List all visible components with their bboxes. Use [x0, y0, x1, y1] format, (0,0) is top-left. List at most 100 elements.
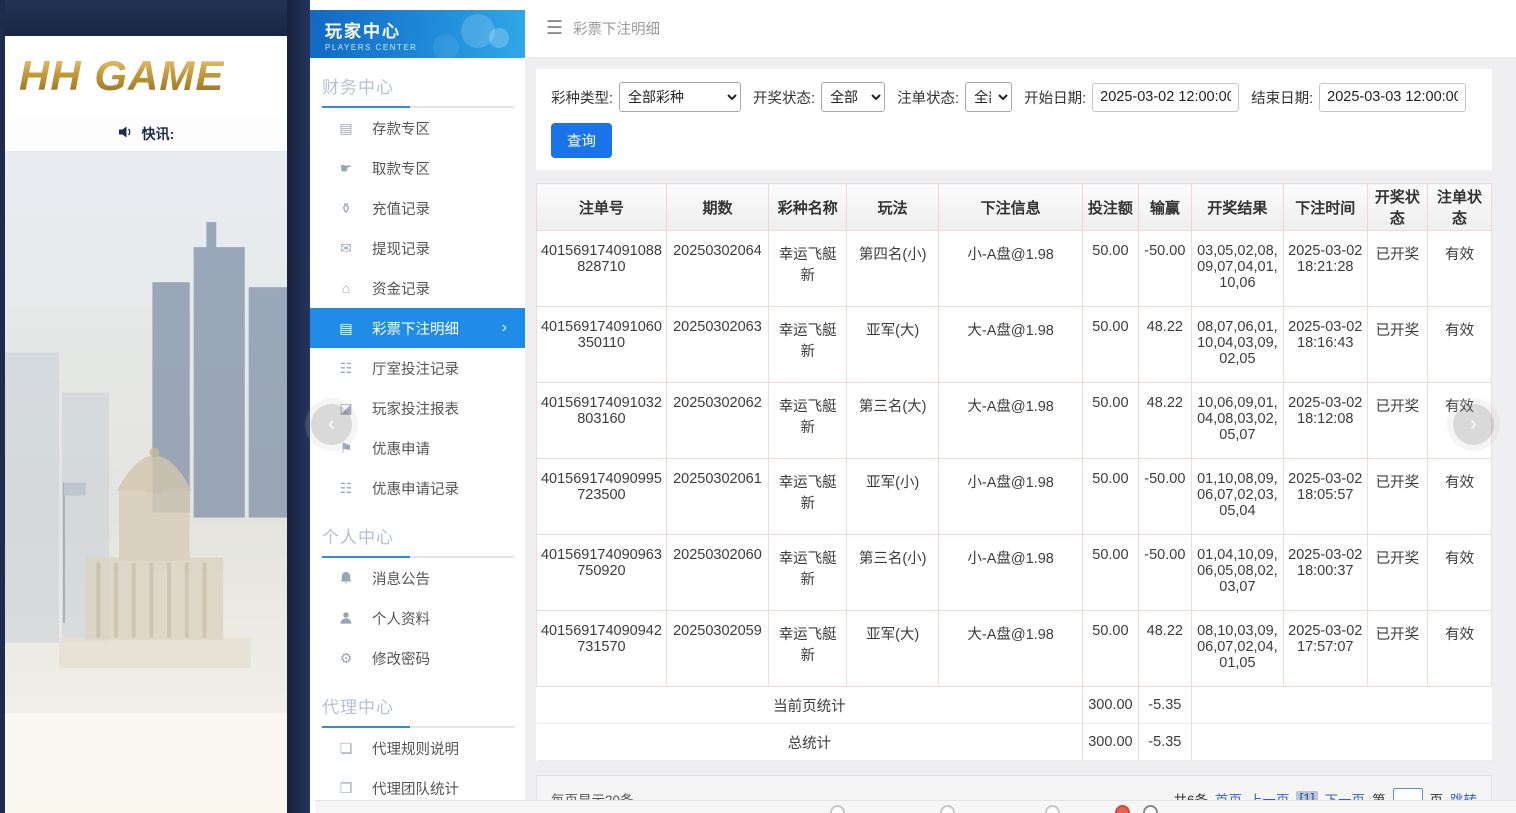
lottery-type-select[interactable]: 全部彩种 [619, 82, 741, 112]
col-header: 注单状态 [1427, 184, 1491, 231]
col-header: 期数 [666, 184, 768, 231]
lottery-type-label: 彩种类型: [551, 87, 613, 108]
cell-bet-amount: 50.00 [1083, 459, 1138, 535]
sidebar-item-label: 优惠申请 [372, 438, 430, 459]
col-header: 下注时间 [1283, 184, 1367, 231]
sidebar-item-label: 修改密码 [372, 648, 430, 669]
col-header: 注单号 [537, 184, 667, 231]
sidebar-item-lottery-bet-details[interactable]: ▤ 彩票下注明细 › [310, 308, 525, 348]
table-row: 401569174090942731570 20250302059 幸运飞艇新 … [537, 611, 1492, 687]
player-center-header: 玩家中心 PLAYERS CENTER [310, 10, 525, 58]
main-topbar: ☰ 彩票下注明细 [525, 0, 1516, 58]
cell-play: 亚军(大) [847, 611, 939, 687]
summary-row-grand-total: 总统计 300.00 -5.35 [537, 724, 1492, 761]
sidebar-item-recharge-records[interactable]: ⚱ 充值记录 [310, 188, 525, 228]
sidebar-item-deposit[interactable]: ▤ 存款专区 [310, 108, 525, 148]
cell-bet-info: 大-A盘@1.98 [939, 383, 1083, 459]
end-date-input[interactable] [1319, 83, 1466, 112]
partial-icon [1143, 805, 1158, 813]
cell-bet-info: 大-A盘@1.98 [939, 611, 1083, 687]
collapse-sidebar-button[interactable]: ‹ [311, 404, 352, 445]
logo-band: HH GAME [5, 36, 287, 116]
cell-order-no: 401569174090942731570 [537, 611, 667, 687]
sidebar-item-announcements[interactable]: 消息公告 [310, 558, 525, 598]
main-content: ☰ 彩票下注明细 彩种类型: 全部彩种 开奖状态: 全部 注单状态: 全部 开始… [525, 0, 1516, 813]
cell-result: 01,10,08,09,06,07,02,03,05,04 [1192, 459, 1284, 535]
sidebar-item-withdrawal-records[interactable]: ✉ 提现记录 [310, 228, 525, 268]
sidebar-item-label: 厅室投注记录 [372, 358, 459, 379]
order-status-select[interactable]: 全部 [965, 82, 1012, 112]
page-title: 彩票下注明细 [573, 18, 660, 39]
background-capitol-image [5, 152, 287, 813]
cell-result: 10,06,09,01,04,08,03,02,05,07 [1192, 383, 1284, 459]
query-button[interactable]: 查询 [551, 123, 612, 158]
cell-lottery: 幸运飞艇新 [769, 459, 847, 535]
col-header: 输赢 [1138, 184, 1191, 231]
cell-bet-info: 大-A盘@1.98 [939, 307, 1083, 383]
gear-icon: ⚙ [337, 650, 355, 667]
cell-winloss: -50.00 [1138, 535, 1191, 611]
sidebar-item-hall-bet-records[interactable]: ☷ 厅室投注记录 [310, 348, 525, 388]
header-decoration [433, 34, 459, 58]
cell-draw-status: 已开奖 [1367, 231, 1427, 307]
section-finance: 财务中心 [310, 58, 525, 108]
cell-result: 08,07,06,01,10,04,03,09,02,05 [1192, 307, 1284, 383]
sidebar-item-label: 资金记录 [372, 278, 430, 299]
cell-order-status: 有效 [1427, 307, 1491, 383]
summary-winloss-total: -5.35 [1138, 724, 1191, 761]
cell-order-status: 有效 [1427, 535, 1491, 611]
cell-lottery: 幸运飞艇新 [769, 307, 847, 383]
sidebar-item-label: 彩票下注明细 [372, 318, 459, 339]
brand-logo[interactable]: HH GAME [19, 52, 224, 100]
cell-period: 20250302059 [666, 611, 768, 687]
cell-bet-info: 小-A盘@1.98 [939, 459, 1083, 535]
cell-bet-amount: 50.00 [1083, 383, 1138, 459]
cell-bet-time: 2025-03-02 18:00:37 [1283, 535, 1367, 611]
end-date-label: 结束日期: [1251, 87, 1313, 108]
draw-status-select[interactable]: 全部 [821, 82, 885, 112]
speaker-icon [118, 125, 134, 142]
cell-bet-time: 2025-03-02 18:16:43 [1283, 307, 1367, 383]
summary-label: 当前页统计 [537, 687, 1083, 724]
summary-row-current-page: 当前页统计 300.00 -5.35 [537, 687, 1492, 724]
cell-draw-status: 已开奖 [1367, 307, 1427, 383]
cell-bet-amount: 50.00 [1083, 611, 1138, 687]
sidebar-item-label: 个人资料 [372, 608, 430, 629]
sidebar-item-funds-records[interactable]: ⌂ 资金记录 [310, 268, 525, 308]
expand-panel-button[interactable]: › [1453, 404, 1494, 445]
cell-bet-amount: 50.00 [1083, 231, 1138, 307]
hamburger-icon[interactable]: ☰ [546, 17, 563, 40]
cell-order-status: 有效 [1427, 459, 1491, 535]
book-icon: ❐ [337, 780, 355, 797]
sidebar-item-promo-apply-records[interactable]: ☷ 优惠申请记录 [310, 468, 525, 508]
summary-empty [1192, 724, 1492, 761]
person-icon [337, 611, 355, 625]
news-label: 快讯: [142, 124, 175, 144]
summary-label: 总统计 [537, 724, 1083, 761]
cell-play: 第三名(大) [847, 383, 939, 459]
cell-winloss: -50.00 [1138, 231, 1191, 307]
left-top-bar [5, 0, 287, 36]
cell-order-no: 401569174091032803160 [537, 383, 667, 459]
cell-play: 亚军(小) [847, 459, 939, 535]
col-header: 玩法 [847, 184, 939, 231]
summary-winloss-total: -5.35 [1138, 687, 1191, 724]
sidebar-item-profile[interactable]: 个人资料 [310, 598, 525, 638]
sidebar-item-agent-rules[interactable]: ❏ 代理规则说明 [310, 728, 525, 768]
cell-order-no: 401569174091060350110 [537, 307, 667, 383]
start-date-input[interactable] [1092, 83, 1239, 112]
partial-icon [830, 805, 845, 813]
order-status-label: 注单状态: [897, 87, 959, 108]
cell-play: 第四名(小) [847, 231, 939, 307]
document-icon: ❏ [337, 740, 355, 757]
sidebar-item-change-password[interactable]: ⚙ 修改密码 [310, 638, 525, 678]
cell-bet-info: 小-A盘@1.98 [939, 535, 1083, 611]
sidebar-item-label: 优惠申请记录 [372, 478, 459, 499]
sidebar-item-withdraw[interactable]: ☛ 取款专区 [310, 148, 525, 188]
cell-order-no: 401569174090963750920 [537, 535, 667, 611]
sidebar-item-label: 存款专区 [372, 118, 430, 139]
draw-status-label: 开奖状态: [753, 87, 815, 108]
withdraw-hand-icon: ☛ [337, 160, 355, 177]
gamepad-icon [489, 28, 509, 48]
sidebar-item-label: 代理团队统计 [372, 778, 459, 799]
